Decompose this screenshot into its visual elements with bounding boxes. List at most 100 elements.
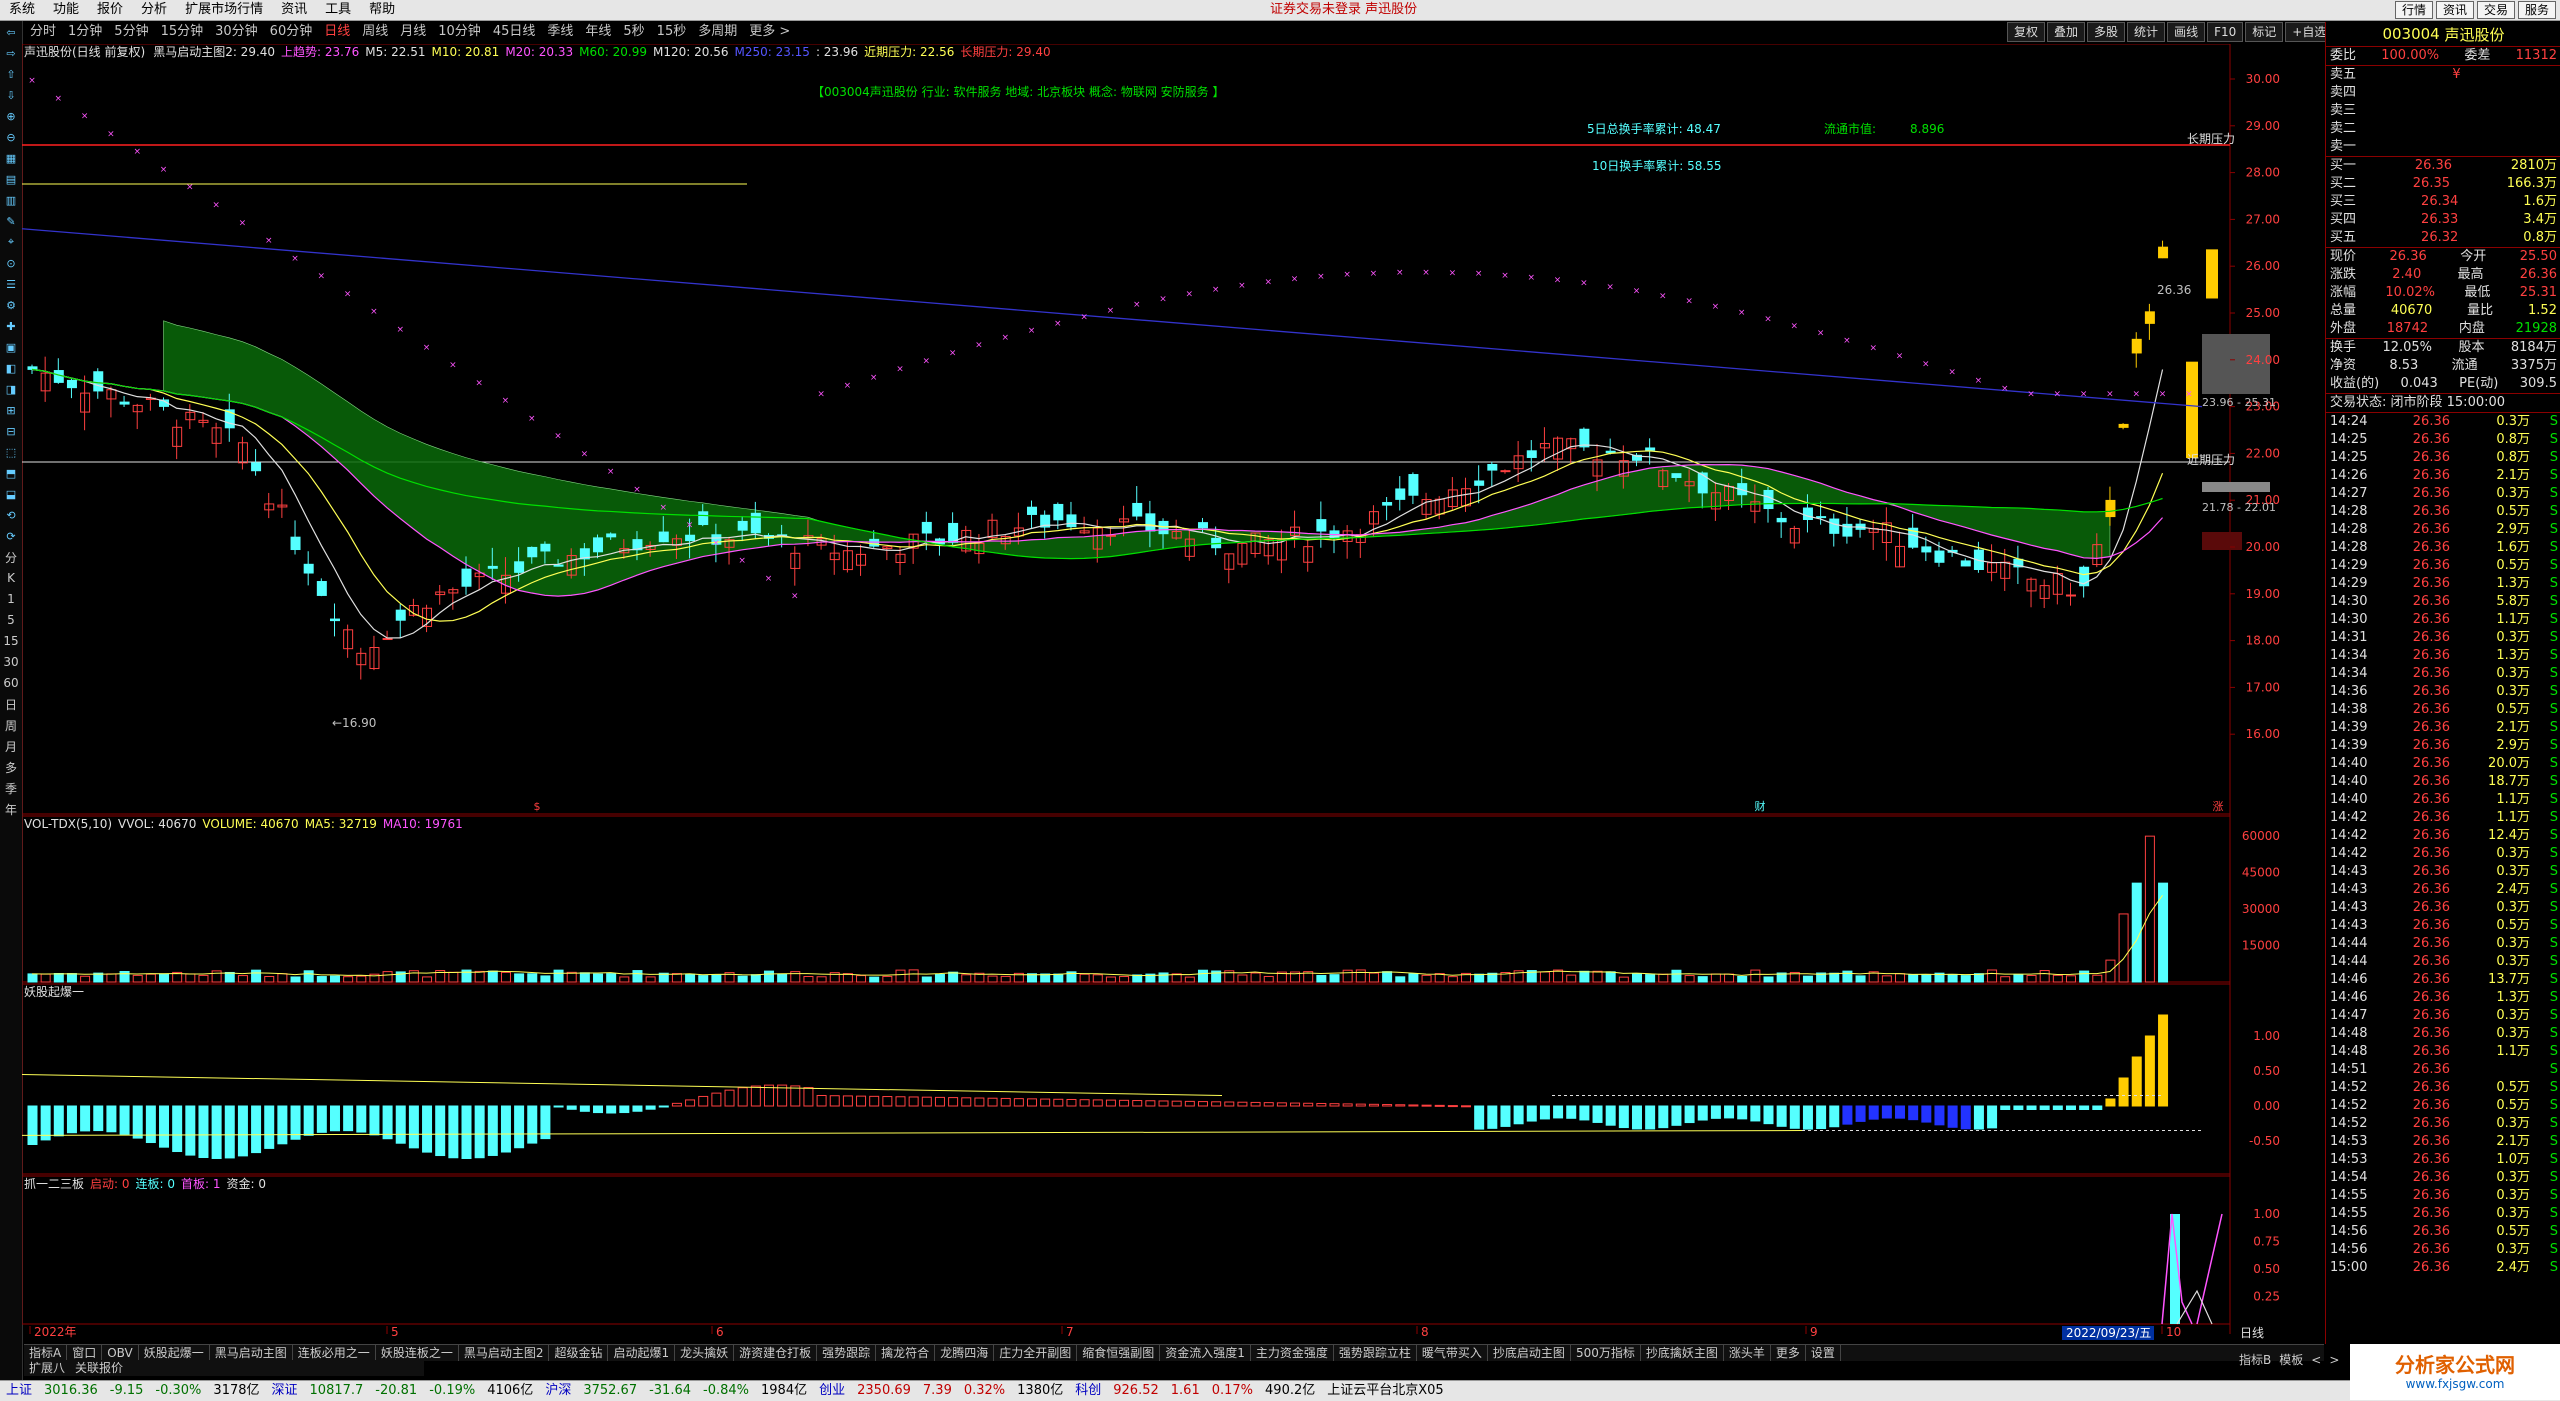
period-1[interactable]: 1分钟 — [62, 21, 108, 43]
right-tab-3[interactable]: > — [2325, 1352, 2343, 1368]
menu-news[interactable]: 资讯 — [272, 0, 316, 20]
period-6[interactable]: 日线 — [318, 21, 356, 43]
tool-icon-18[interactable]: ⊞ — [1, 400, 21, 420]
menu-function[interactable]: 功能 — [44, 0, 88, 20]
tool-icon-7[interactable]: ▤ — [1, 169, 21, 189]
tool-icon-17[interactable]: ◨ — [1, 379, 21, 399]
tool-icon-5[interactable]: ⊖ — [1, 127, 21, 147]
tool-icon-19[interactable]: ⊟ — [1, 421, 21, 441]
tool-icon-0[interactable]: ⇦ — [1, 22, 21, 42]
menu-tools[interactable]: 工具 — [316, 0, 360, 20]
period-7[interactable]: 周线 — [356, 21, 394, 43]
period-4[interactable]: 30分钟 — [209, 21, 264, 43]
tool-icon-1[interactable]: ⇨ — [1, 43, 21, 63]
indicator-tab-23[interactable]: 抄底擒妖主图 — [1641, 1345, 1724, 1361]
chart-button-6[interactable]: 标记 — [2245, 22, 2284, 42]
tool-icon-11[interactable]: ⊙ — [1, 253, 21, 273]
period-5[interactable]: 60分钟 — [264, 21, 319, 43]
top-button-quote[interactable]: 行情 — [2394, 1, 2433, 19]
menu-analysis[interactable]: 分析 — [132, 0, 176, 20]
indicator-tab-10[interactable]: 龙头擒妖 — [675, 1345, 735, 1361]
left-period-9[interactable]: 月 — [1, 736, 21, 756]
indicator-tab-12[interactable]: 强势跟踪 — [817, 1345, 877, 1361]
menu-extended-market[interactable]: 扩展市场行情 — [176, 0, 272, 20]
indicator-tab-6[interactable]: 妖股连板之一 — [376, 1345, 459, 1361]
period-9[interactable]: 10分钟 — [432, 21, 487, 43]
indicator-tab-21[interactable]: 抄底启动主图 — [1488, 1345, 1571, 1361]
left-period-8[interactable]: 周 — [1, 715, 21, 735]
indicator-tab-19[interactable]: 强势跟踪立柱 — [1334, 1345, 1417, 1361]
chart-button-3[interactable]: 统计 — [2127, 22, 2166, 42]
left-period-3[interactable]: 5 — [1, 610, 21, 630]
chart-button-4[interactable]: 画线 — [2167, 22, 2206, 42]
period-13[interactable]: 5秒 — [617, 21, 650, 43]
tool-icon-16[interactable]: ◧ — [1, 358, 21, 378]
left-period-2[interactable]: 1 — [1, 589, 21, 609]
tool-icon-13[interactable]: ⚙ — [1, 295, 21, 315]
indicator-tab-24[interactable]: 涨头羊 — [1724, 1345, 1771, 1361]
indicator-tab-5[interactable]: 连板必用之一 — [293, 1345, 376, 1361]
chart-button-5[interactable]: F10 — [2207, 22, 2244, 42]
left-period-7[interactable]: 日 — [1, 694, 21, 714]
tool-icon-2[interactable]: ⇧ — [1, 64, 21, 84]
chart-button-2[interactable]: 多股 — [2087, 22, 2126, 42]
period-0[interactable]: 分时 — [24, 21, 62, 43]
left-period-5[interactable]: 30 — [1, 652, 21, 672]
indicator-tab-17[interactable]: 资金流入强度1 — [1160, 1345, 1251, 1361]
tool-icon-8[interactable]: ▥ — [1, 190, 21, 210]
event-marker[interactable]: $ — [534, 800, 541, 813]
event-marker[interactable]: 财 — [1755, 799, 1766, 813]
indicator-tab-4[interactable]: 黑马启动主图 — [210, 1345, 293, 1361]
period-12[interactable]: 年线 — [579, 21, 617, 43]
tool-icon-15[interactable]: ▣ — [1, 337, 21, 357]
top-button-news[interactable]: 资讯 — [2435, 1, 2474, 19]
right-tab-2[interactable]: < — [2307, 1352, 2325, 1368]
period-16[interactable]: 更多 > — [743, 21, 796, 43]
top-button-trade[interactable]: 交易 — [2476, 1, 2515, 19]
period-10[interactable]: 45日线 — [487, 21, 542, 43]
indicator-tab-0[interactable]: 指标A — [24, 1345, 68, 1361]
tool-icon-12[interactable]: ☰ — [1, 274, 21, 294]
indicator-tab-15[interactable]: 庄力全开副图 — [994, 1345, 1078, 1361]
period-14[interactable]: 15秒 — [651, 21, 693, 43]
indicator-tab-9[interactable]: 启动起爆1 — [608, 1345, 676, 1361]
kline-chart-area[interactable]: × × × × × × × × × × × × × × × × × × × × × × × × × × × × × × × × × × × × × × × ×… — [22, 44, 2325, 1344]
period-11[interactable]: 季线 — [541, 21, 579, 43]
extension-tab-1[interactable]: 关联报价 — [70, 1360, 128, 1376]
extension-tab-0[interactable]: 扩展八 — [24, 1360, 70, 1376]
indicator-tab-20[interactable]: 暖气带买入 — [1417, 1345, 1488, 1361]
left-period-0[interactable]: 分 — [1, 547, 21, 567]
left-period-6[interactable]: 60 — [1, 673, 21, 693]
left-period-4[interactable]: 15 — [1, 631, 21, 651]
tool-icon-21[interactable]: ⬒ — [1, 463, 21, 483]
period-15[interactable]: 多周期 — [692, 21, 743, 43]
tool-icon-10[interactable]: ⌖ — [1, 232, 21, 252]
left-period-12[interactable]: 年 — [1, 799, 21, 819]
chart-button-1[interactable]: 叠加 — [2047, 22, 2086, 42]
indicator-tab-16[interactable]: 缩食恒强副图 — [1077, 1345, 1161, 1361]
left-period-11[interactable]: 季 — [1, 778, 21, 798]
top-button-service[interactable]: 服务 — [2517, 1, 2556, 19]
indicator-tab-8[interactable]: 超级金钻 — [549, 1345, 609, 1361]
indicator-tab-14[interactable]: 龙腾四海 — [935, 1345, 995, 1361]
period-3[interactable]: 15分钟 — [155, 21, 210, 43]
indicator-tab-22[interactable]: 500万指标 — [1571, 1345, 1641, 1361]
tool-icon-23[interactable]: ⟲ — [1, 505, 21, 525]
tool-icon-9[interactable]: ✎ — [1, 211, 21, 231]
menu-help[interactable]: 帮助 — [360, 0, 404, 20]
tool-icon-4[interactable]: ⊕ — [1, 106, 21, 126]
menu-system[interactable]: 系统 — [0, 0, 44, 20]
indicator-tab-26[interactable]: 设置 — [1806, 1345, 1841, 1361]
left-period-1[interactable]: K — [1, 568, 21, 588]
right-tab-1[interactable]: 模板 — [2275, 1352, 2307, 1368]
tool-icon-22[interactable]: ⬓ — [1, 484, 21, 504]
right-tab-0[interactable]: 指标B — [2235, 1352, 2275, 1368]
tool-icon-3[interactable]: ⇩ — [1, 85, 21, 105]
period-2[interactable]: 5分钟 — [108, 21, 154, 43]
indicator-tab-13[interactable]: 擒龙符合 — [876, 1345, 936, 1361]
tick-list[interactable]: 14:24 26.36 0.3万 S 14:25 26.36 0.8万 S 14:25 26.36… — [2326, 412, 2560, 1277]
chart-button-0[interactable]: 复权 — [2007, 22, 2046, 42]
menu-quote[interactable]: 报价 — [88, 0, 132, 20]
indicator-tab-11[interactable]: 游资建仓打板 — [734, 1345, 818, 1361]
indicator-tab-3[interactable]: 妖股起爆一 — [139, 1345, 210, 1361]
